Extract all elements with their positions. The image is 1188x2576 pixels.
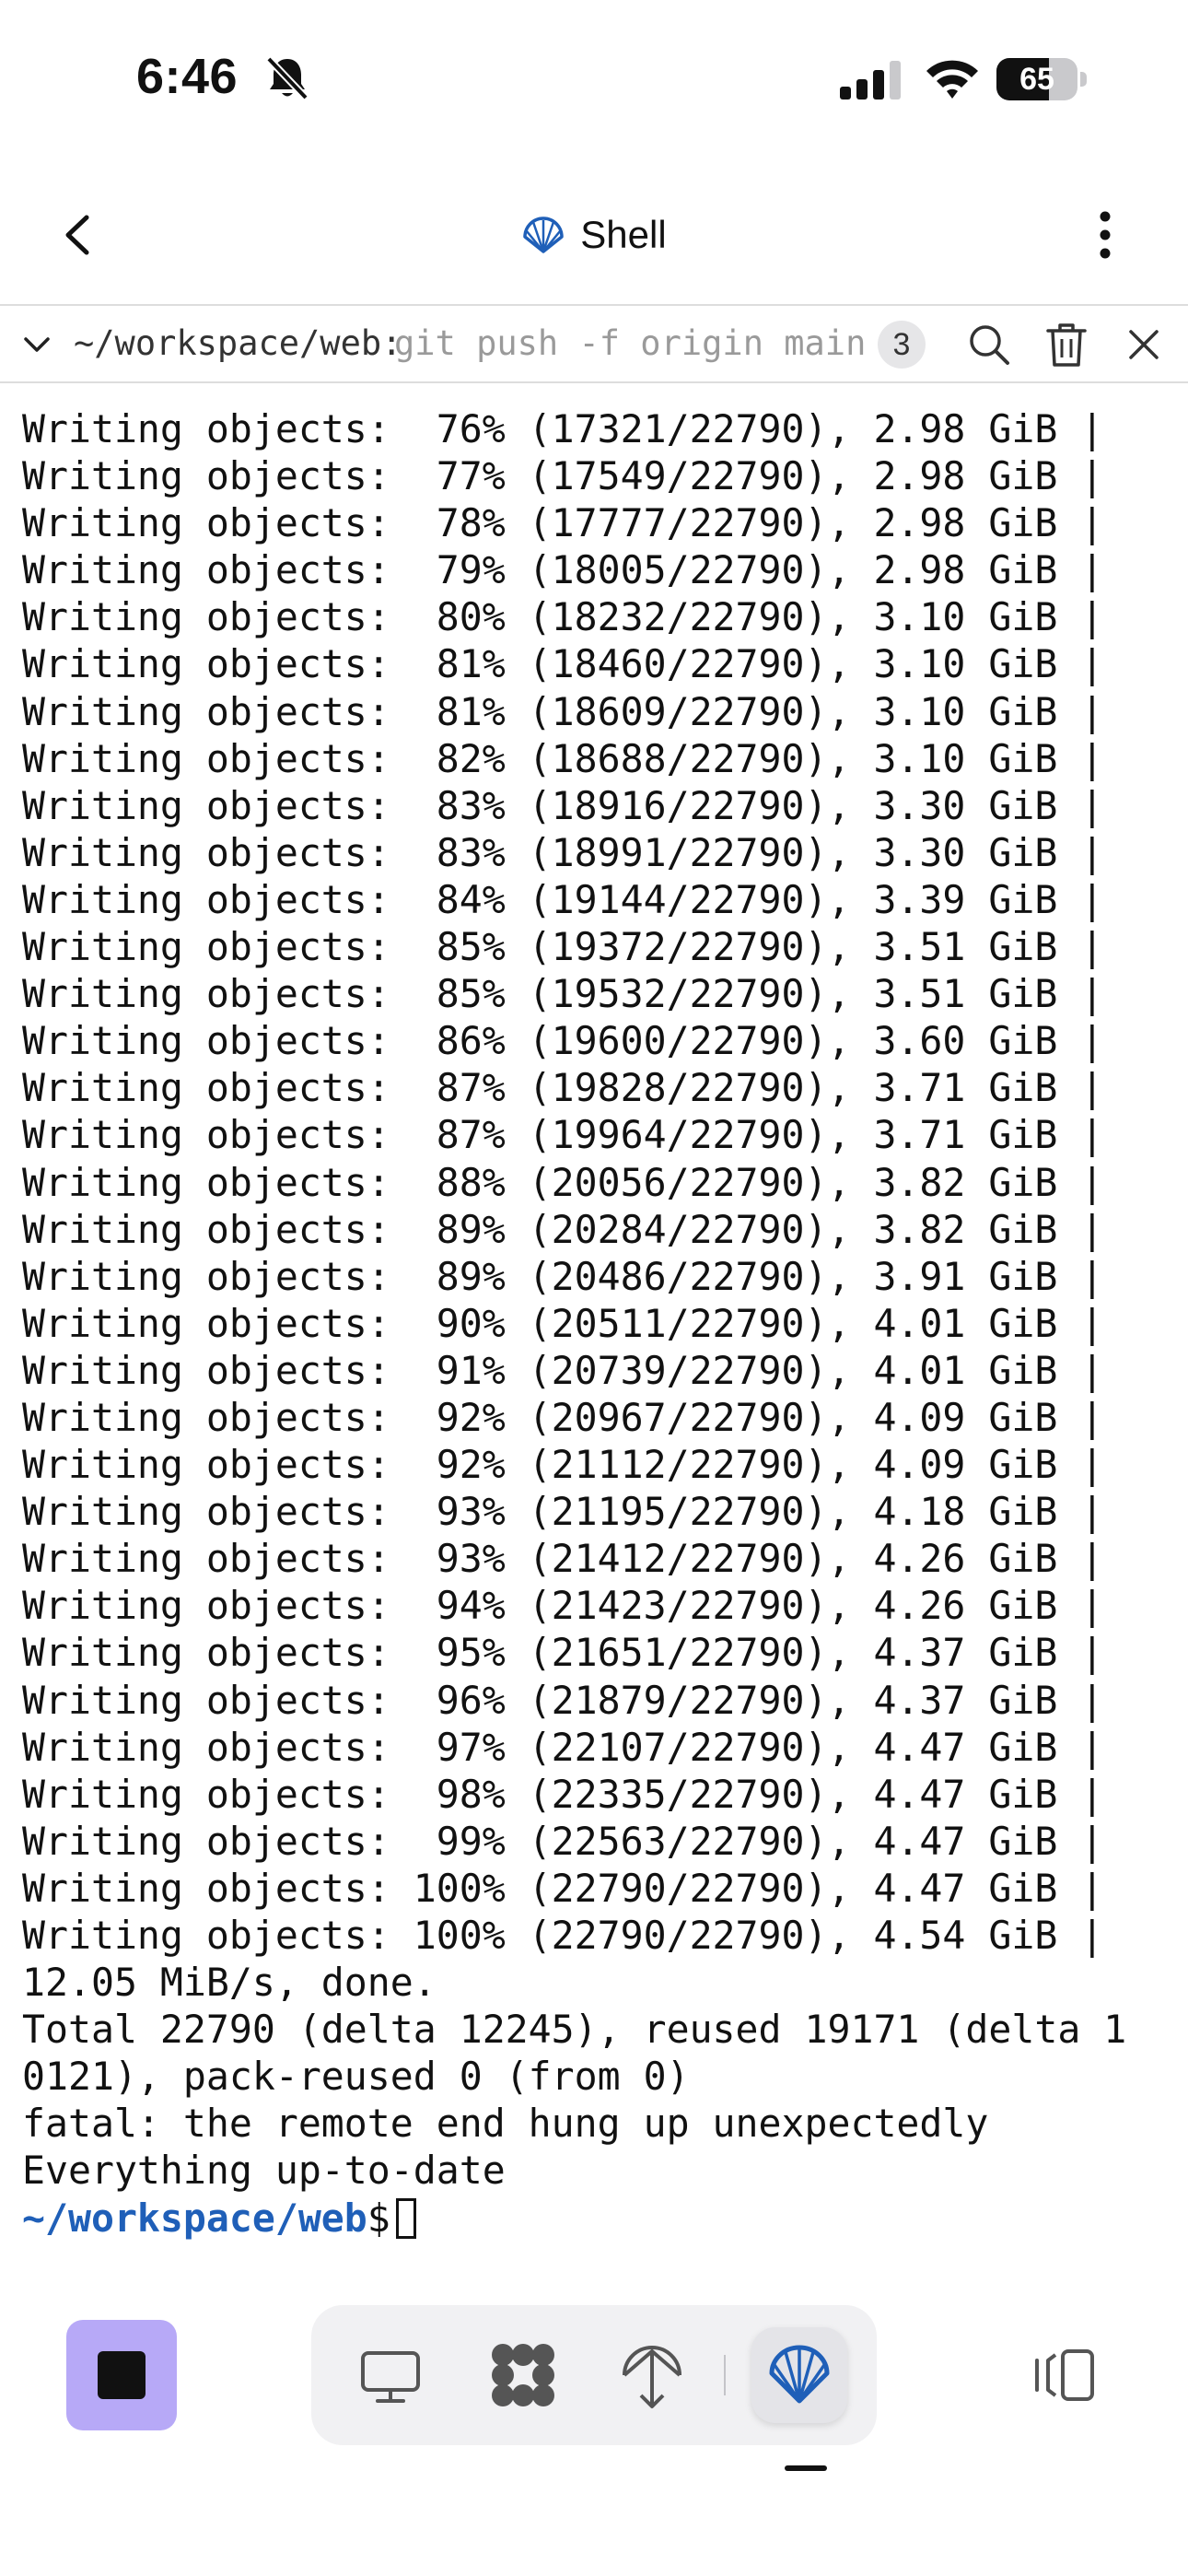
terminal-line: Writing objects: 100% (22790/22790), 4.5… bbox=[22, 1913, 1104, 1958]
terminal-output[interactable]: Writing objects: 76% (17321/22790), 2.98… bbox=[22, 405, 1173, 2242]
apps-grid-icon[interactable] bbox=[475, 2327, 571, 2423]
terminal-line: Writing objects: 99% (22563/22790), 4.47… bbox=[22, 1818, 1104, 1864]
terminal-line: Writing objects: 89% (20284/22790), 3.82… bbox=[22, 1206, 1104, 1252]
terminal-line: Writing objects: 95% (21651/22790), 4.37… bbox=[22, 1630, 1104, 1676]
terminal-line: fatal: the remote end hung up unexpected… bbox=[22, 2101, 989, 2147]
shell-icon bbox=[523, 217, 565, 253]
terminal-line: Writing objects: 87% (19828/22790), 3.71… bbox=[22, 1065, 1104, 1111]
running-command: git push -f origin main bbox=[394, 323, 867, 363]
wifi-icon bbox=[926, 60, 978, 99]
count-badge[interactable]: 3 bbox=[878, 321, 926, 369]
terminal-line: Everything up-to-date bbox=[22, 2148, 506, 2194]
terminal-line: Writing objects: 87% (19964/22790), 3.71… bbox=[22, 1112, 1104, 1158]
terminal-lines: Writing objects: 76% (17321/22790), 2.98… bbox=[22, 405, 1173, 2195]
more-vertical-icon[interactable] bbox=[1077, 203, 1133, 267]
terminal-line: Writing objects: 85% (19532/22790), 3.51… bbox=[22, 971, 1104, 1017]
battery-level: 65 bbox=[1019, 62, 1054, 97]
status-bar: 6:46 65 bbox=[0, 0, 1188, 157]
terminal-line: Writing objects: 78% (17777/22790), 2.98… bbox=[22, 500, 1104, 546]
mode-switcher bbox=[311, 2305, 877, 2445]
bottom-toolbar bbox=[0, 2303, 1188, 2576]
terminal-line: Writing objects: 93% (21195/22790), 4.18… bbox=[22, 1489, 1104, 1535]
page-title-group: Shell bbox=[0, 203, 1188, 267]
terminal-line: Writing objects: 76% (17321/22790), 2.98… bbox=[22, 406, 1104, 451]
bell-slash-icon bbox=[266, 56, 309, 100]
terminal-line: Writing objects: 81% (18609/22790), 3.10… bbox=[22, 688, 1104, 734]
terminal-line: Writing objects: 80% (18232/22790), 3.10… bbox=[22, 594, 1104, 640]
session-tab-bar: ~/workspace/web: git push -f origin main… bbox=[0, 304, 1188, 383]
terminal-line: Writing objects: 98% (22335/22790), 4.47… bbox=[22, 1771, 1104, 1817]
terminal-line: Writing objects: 82% (18688/22790), 3.10… bbox=[22, 735, 1104, 781]
prompt-symbol: $ bbox=[367, 2195, 390, 2241]
signal-icon bbox=[840, 61, 901, 100]
search-icon[interactable] bbox=[965, 321, 1013, 369]
terminal-line: Writing objects: 97% (22107/22790), 4.47… bbox=[22, 1724, 1104, 1770]
terminal-line: Writing objects: 90% (20511/22790), 4.01… bbox=[22, 1300, 1104, 1346]
terminal-line: Writing objects: 100% (22790/22790), 4.4… bbox=[22, 1865, 1104, 1911]
terminal-cursor bbox=[395, 2197, 416, 2239]
battery-indicator: 65 bbox=[996, 58, 1087, 100]
terminal-line: Writing objects: 86% (19600/22790), 3.60… bbox=[22, 1018, 1104, 1064]
antenna-icon[interactable] bbox=[604, 2327, 700, 2423]
status-time: 6:46 bbox=[136, 49, 239, 104]
terminal-line: Writing objects: 88% (20056/22790), 3.82… bbox=[22, 1159, 1104, 1205]
terminal-line: Writing objects: 83% (18916/22790), 3.30… bbox=[22, 782, 1104, 828]
terminal-line: Writing objects: 92% (21112/22790), 4.09… bbox=[22, 1442, 1104, 1488]
nav-header: Shell bbox=[0, 175, 1188, 304]
terminal-line: Writing objects: 84% (19144/22790), 3.39… bbox=[22, 876, 1104, 922]
desktop-icon[interactable] bbox=[343, 2327, 438, 2423]
segment-divider bbox=[724, 2355, 726, 2395]
shell-icon[interactable] bbox=[751, 2327, 847, 2423]
terminal-line: Writing objects: 96% (21879/22790), 4.37… bbox=[22, 1677, 1104, 1723]
close-icon[interactable] bbox=[1120, 321, 1168, 369]
page-title: Shell bbox=[580, 213, 667, 256]
terminal-line: Writing objects: 83% (18991/22790), 3.30… bbox=[22, 829, 1104, 875]
terminal-line: Writing objects: 94% (21423/22790), 4.26… bbox=[22, 1583, 1104, 1629]
stop-icon bbox=[98, 2351, 146, 2399]
active-tab-indicator bbox=[785, 2465, 827, 2471]
terminal-line: 0121), pack-reused 0 (from 0) bbox=[22, 2054, 690, 2100]
split-view-icon[interactable] bbox=[1031, 2346, 1098, 2405]
chevron-down-icon[interactable] bbox=[18, 324, 55, 365]
terminal-line: Writing objects: 89% (20486/22790), 3.91… bbox=[22, 1253, 1104, 1299]
terminal-line: Writing objects: 77% (17549/22790), 2.98… bbox=[22, 453, 1104, 499]
terminal-line: Total 22790 (delta 12245), reused 19171 … bbox=[22, 2007, 1127, 2053]
terminal-prompt[interactable]: ~/workspace/web$ bbox=[22, 2195, 1173, 2242]
stop-button[interactable] bbox=[66, 2320, 177, 2430]
terminal-line: Writing objects: 85% (19372/22790), 3.51… bbox=[22, 924, 1104, 970]
trash-icon[interactable] bbox=[1042, 321, 1090, 369]
prompt-path: ~/workspace/web bbox=[22, 2195, 367, 2241]
terminal-line: Writing objects: 91% (20739/22790), 4.01… bbox=[22, 1347, 1104, 1393]
terminal-line: Writing objects: 79% (18005/22790), 2.98… bbox=[22, 547, 1104, 593]
terminal-line: 12.05 MiB/s, done. bbox=[22, 1960, 437, 2006]
terminal-line: Writing objects: 81% (18460/22790), 3.10… bbox=[22, 641, 1104, 687]
terminal-line: Writing objects: 92% (20967/22790), 4.09… bbox=[22, 1394, 1104, 1440]
cwd-label: ~/workspace/web: bbox=[74, 323, 402, 363]
terminal-line: Writing objects: 93% (21412/22790), 4.26… bbox=[22, 1536, 1104, 1582]
